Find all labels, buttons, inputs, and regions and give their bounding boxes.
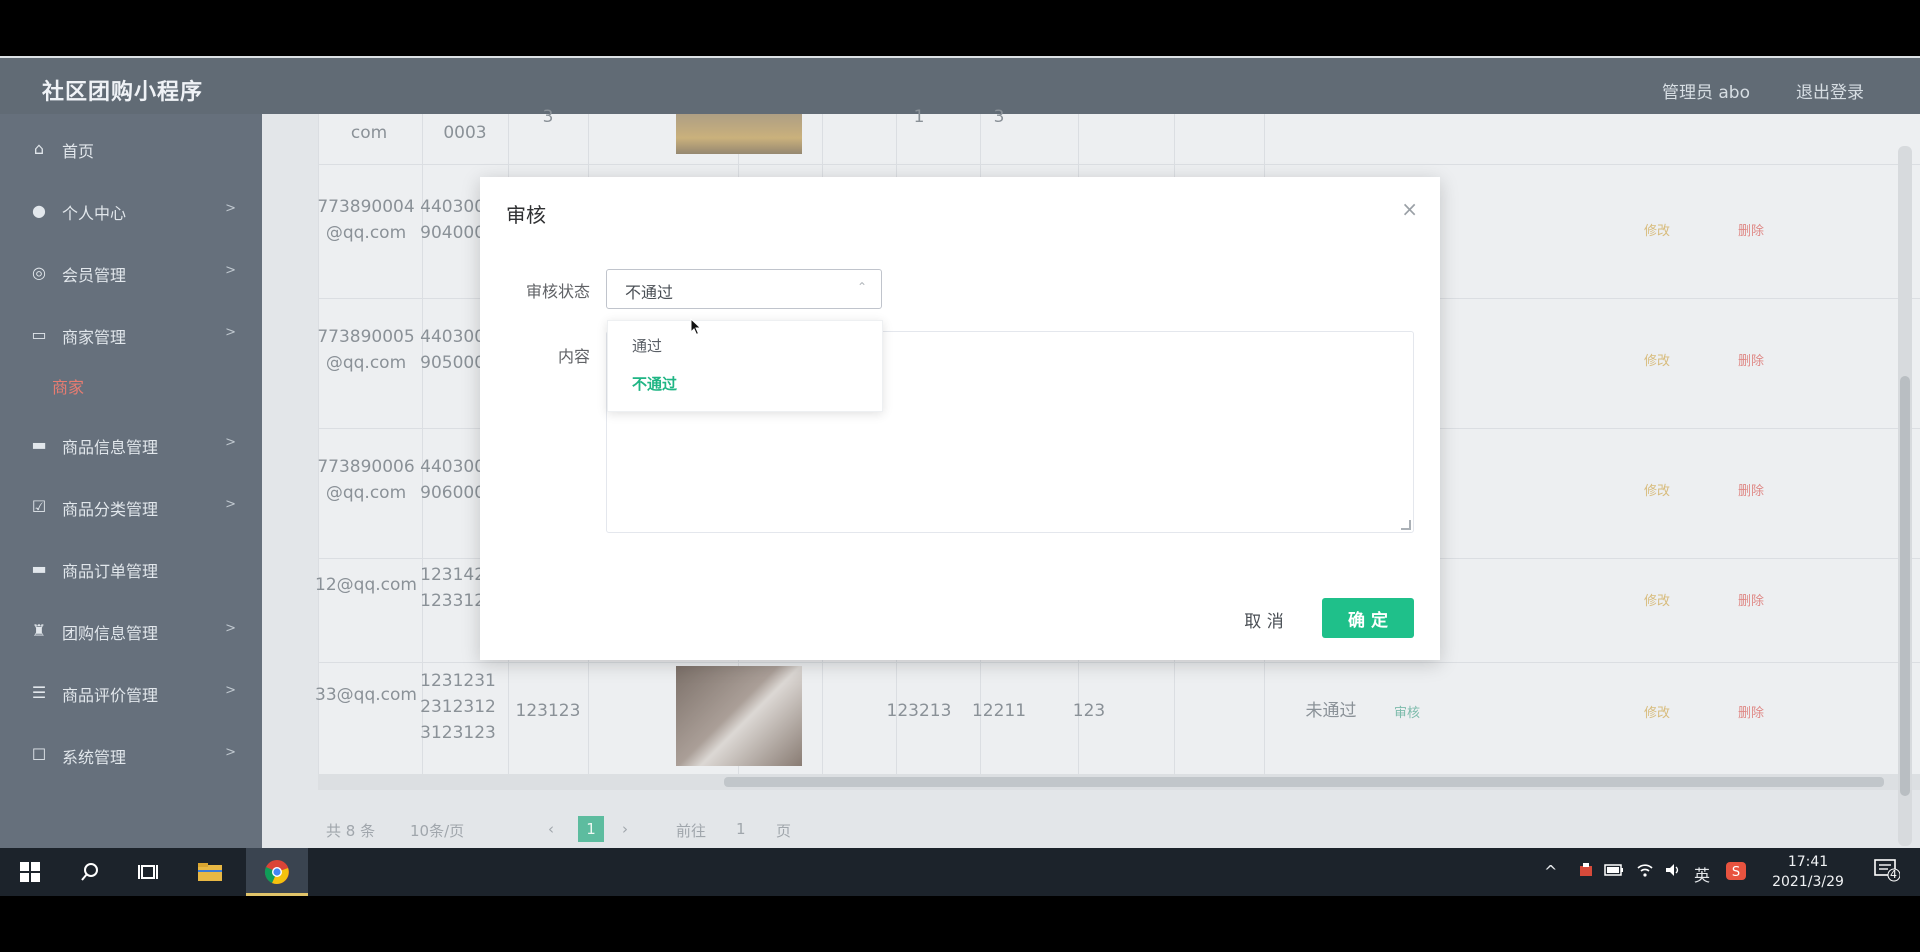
system-clock[interactable]: 17:41 2021/3/29 [1756,852,1860,892]
chevron-up-icon: ⌃ [856,280,867,294]
file-explorer-icon[interactable] [196,858,224,886]
review-dialog: 审核 × 审核状态 不通过 ⌃ 内容 通过 不通过 取 消 确 定 [480,177,1440,660]
notification-count: 4 [1890,868,1897,881]
battery-icon[interactable] [1604,862,1624,881]
content-label: 内容 [557,347,590,366]
app-tray-icon[interactable] [1578,862,1594,882]
status-select[interactable]: 不通过 ⌃ [606,269,882,309]
status-select-value: 不通过 [625,283,674,302]
option-reject[interactable]: 不通过 [632,373,677,394]
volume-icon[interactable] [1664,862,1682,882]
mouse-cursor-icon [690,318,702,336]
close-icon[interactable]: × [1401,197,1418,221]
status-dropdown: 通过 不通过 [607,320,883,412]
windows-start-icon[interactable] [16,858,44,886]
task-view-icon[interactable] [134,858,162,886]
chevron-up-icon[interactable]: ^ [1544,862,1557,881]
clock-date: 2021/3/29 [1772,874,1844,890]
chrome-icon [263,858,291,886]
dialog-title: 审核 [506,203,546,227]
ime-indicator[interactable]: 英 [1694,862,1710,886]
taskbar: ^ 英 S 17:41 2021/3/29 4 [0,848,1920,896]
sogou-ime-icon[interactable]: S [1726,862,1746,884]
svg-text:S: S [1732,865,1740,880]
wifi-icon[interactable] [1636,862,1654,882]
cancel-button[interactable]: 取 消 [1228,600,1300,638]
resize-handle-icon[interactable] [1401,520,1411,530]
confirm-button[interactable]: 确 定 [1322,598,1414,638]
notification-icon[interactable]: 4 [1874,858,1901,886]
clock-time: 17:41 [1787,854,1829,870]
option-pass[interactable]: 通过 [632,335,662,356]
search-icon[interactable] [76,858,104,886]
screen: 社区团购小程序 管理员 abo 退出登录 ⌂ 首页 ● 个人中心 > ◎ 会员管… [0,56,1920,896]
status-label: 审核状态 [525,282,590,301]
